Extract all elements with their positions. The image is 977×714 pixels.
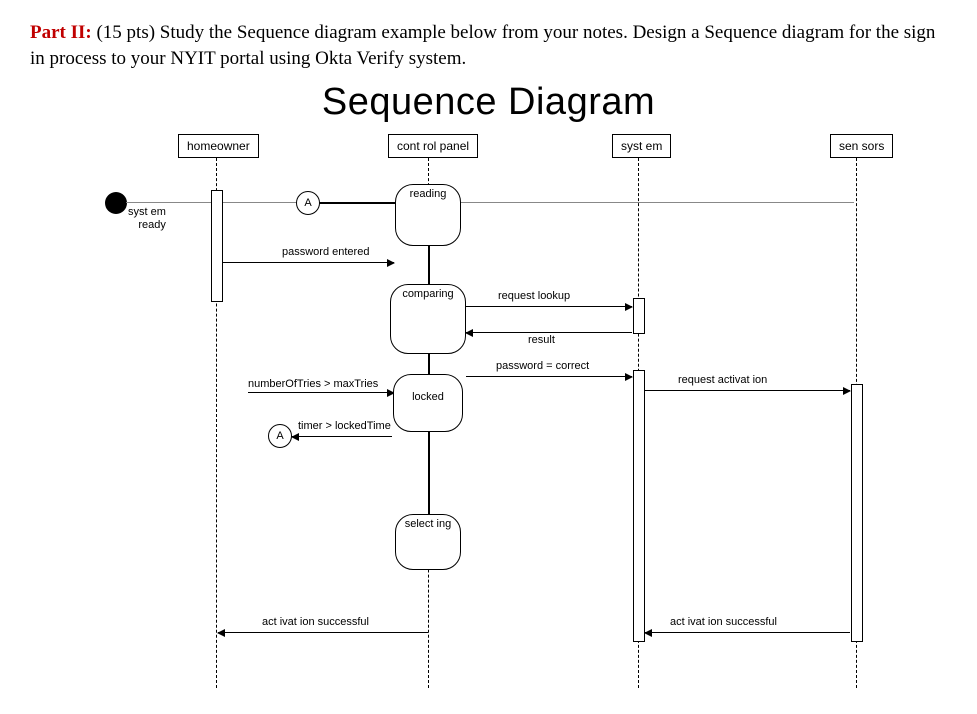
- msg-password-entered: password entered: [282, 246, 369, 258]
- part-label: Part II:: [30, 22, 92, 43]
- arrow-password-entered: [222, 262, 394, 263]
- msg-request-lookup: request lookup: [498, 290, 570, 302]
- cp-connector-1: [428, 246, 430, 284]
- sequence-diagram: homeowner cont rol panel syst em sen sor…: [30, 134, 947, 694]
- arrow-number-of-tries: [248, 392, 394, 393]
- lifeline-sensors: sen sors: [830, 134, 893, 158]
- lifeline-homeowner: homeowner: [178, 134, 259, 158]
- arrow-activation-successful-right: [645, 632, 850, 633]
- arrow-request-activation: [645, 390, 850, 391]
- connector-a-upper: A: [296, 191, 320, 215]
- arrow-activation-successful-left: [218, 632, 428, 633]
- activation-sensors: [851, 384, 863, 642]
- lifeline-control-panel: cont rol panel: [388, 134, 478, 158]
- activation-system-main: [633, 370, 645, 642]
- msg-password-correct: password = correct: [496, 360, 589, 372]
- msg-request-activation: request activat ion: [678, 374, 767, 386]
- arrow-timer-locked: [292, 436, 392, 437]
- msg-activation-successful-right: act ivat ion successful: [670, 616, 777, 628]
- state-comparing: comparing: [390, 284, 466, 354]
- state-reading: reading: [395, 184, 461, 246]
- instructions-text: (15 pts) Study the Sequence diagram exam…: [30, 22, 935, 69]
- arrow-password-correct: [466, 376, 632, 377]
- initial-node-icon: [105, 192, 127, 214]
- lifeline-system: syst em: [612, 134, 671, 158]
- activation-system-lookup: [633, 298, 645, 334]
- cp-connector-3: [428, 432, 430, 514]
- msg-result: result: [528, 334, 555, 346]
- state-selecting: select ing: [395, 514, 461, 570]
- msg-number-of-tries: numberOfTries > maxTries: [248, 378, 378, 390]
- arrow-result: [466, 332, 632, 333]
- msg-timer-locked: timer > lockedTime: [298, 420, 391, 432]
- state-locked: locked: [393, 374, 463, 432]
- initial-horizontal-line: [126, 202, 854, 203]
- msg-activation-successful-left: act ivat ion successful: [262, 616, 369, 628]
- line-a-to-reading: [319, 202, 397, 204]
- arrow-request-lookup: [466, 306, 632, 307]
- cp-connector-2: [428, 354, 430, 374]
- system-ready-label: syst em ready: [128, 206, 166, 232]
- question-instructions: Part II: (15 pts) Study the Sequence dia…: [30, 20, 947, 71]
- activation-homeowner: [211, 190, 223, 302]
- diagram-title: Sequence Diagram: [30, 81, 947, 124]
- connector-a-lower: A: [268, 424, 292, 448]
